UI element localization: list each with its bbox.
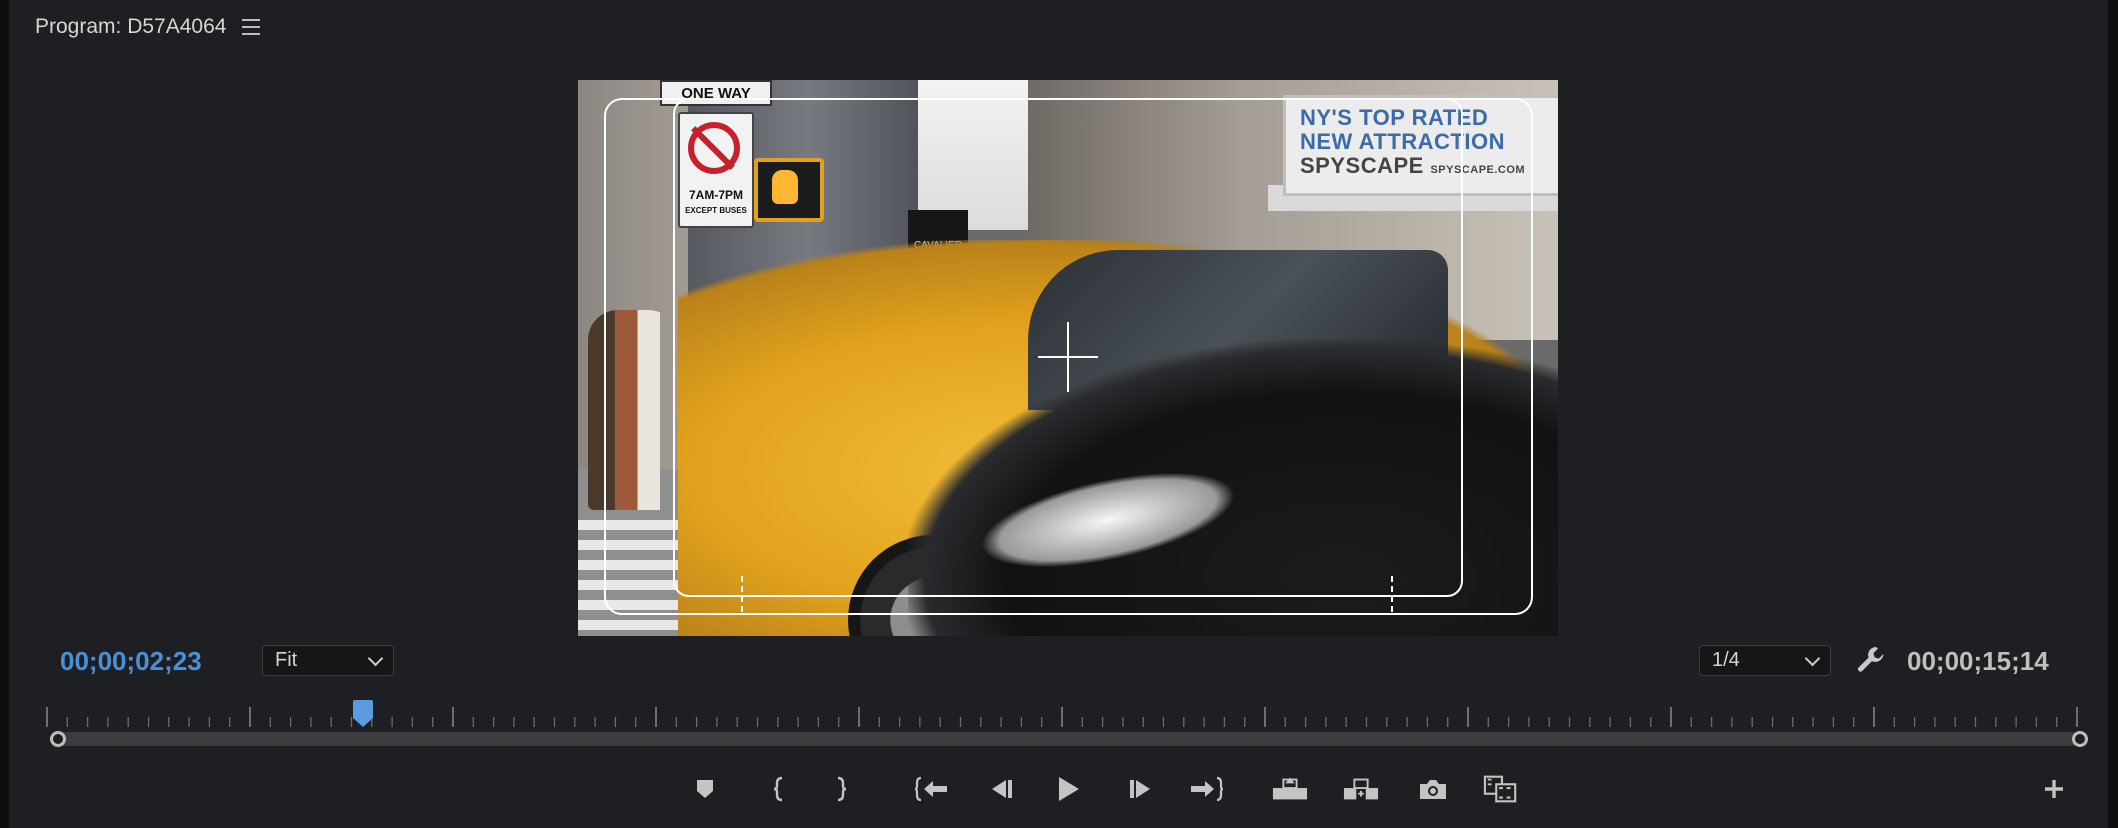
export-frame-button[interactable] (1415, 771, 1451, 807)
compare-icon (1483, 775, 1517, 803)
chevron-down-icon (367, 650, 384, 666)
zoom-select-value: Fit (275, 649, 298, 671)
play-button[interactable] (1050, 771, 1086, 807)
playback-resolution-select[interactable]: 1/4 (1699, 645, 1831, 676)
extract-icon (1343, 778, 1379, 800)
chevron-down-icon (1804, 650, 1821, 666)
zoom-scroll-bar[interactable] (57, 732, 2079, 746)
compare-view-button[interactable] (1483, 771, 1519, 807)
lift-icon (1272, 777, 1308, 800)
mark-out-button[interactable] (823, 771, 859, 807)
safe-guide-tick-right (1391, 576, 1393, 612)
settings-wrench-icon[interactable] (1855, 644, 1887, 676)
safe-guide-tick-left (741, 576, 743, 612)
time-ruler[interactable] (45, 703, 2081, 729)
playhead-marker[interactable] (352, 700, 374, 728)
zoom-select[interactable]: Fit (262, 645, 394, 676)
video-preview[interactable]: CAVALIER GALLERY ONE WAY 7AM-7PMEXCEPT B… (578, 80, 1558, 636)
mark-out-icon (837, 776, 847, 802)
play-icon (1059, 777, 1079, 801)
mark-in-button[interactable] (761, 771, 797, 807)
zoom-scroll-right-handle[interactable] (2072, 731, 2088, 747)
step-back-button[interactable] (983, 771, 1019, 807)
extract-button[interactable] (1343, 771, 1379, 807)
center-cross-vertical (1067, 322, 1069, 392)
step-back-icon (992, 780, 1012, 798)
current-timecode[interactable]: 00;00;02;23 (60, 646, 202, 677)
marker-icon (697, 780, 713, 798)
add-marker-button[interactable] (687, 771, 723, 807)
resolution-select-value: 1/4 (1712, 649, 1740, 671)
panel-title: Program: D57A4064 (35, 15, 227, 38)
lift-button[interactable] (1272, 771, 1308, 807)
panel-menu-icon[interactable] (242, 19, 261, 35)
plus-icon (2045, 780, 2063, 798)
program-monitor-panel: Program: D57A4064 CAVALIER GALLERY ONE W… (9, 0, 2108, 828)
step-forward-button[interactable] (1123, 771, 1159, 807)
mark-in-icon (773, 776, 783, 802)
go-to-in-button[interactable] (914, 771, 950, 807)
button-editor-button[interactable] (2036, 771, 2072, 807)
zoom-scroll-left-handle[interactable] (50, 731, 66, 747)
step-forward-icon (1130, 780, 1150, 798)
panel-header: Program: D57A4064 (35, 12, 261, 42)
go-to-in-icon (915, 776, 947, 802)
camera-icon (1420, 780, 1446, 799)
duration-timecode: 00;00;15;14 (1907, 646, 2049, 676)
go-to-out-icon (1191, 776, 1223, 802)
go-to-out-button[interactable] (1188, 771, 1224, 807)
